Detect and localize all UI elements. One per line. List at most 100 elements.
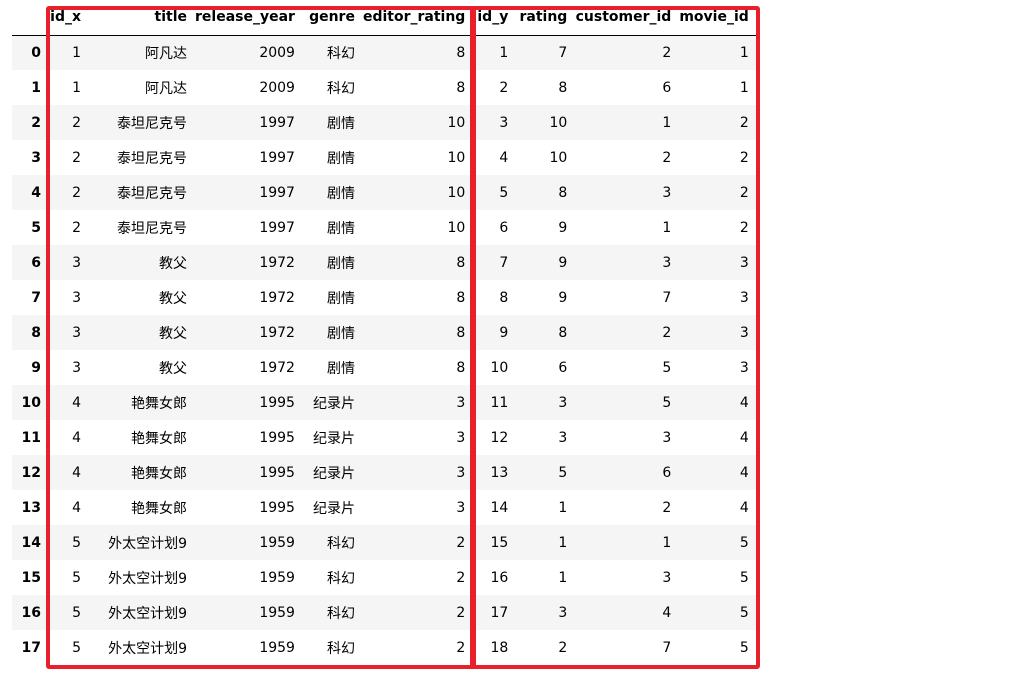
cell-customer-id: 1: [662, 219, 672, 236]
cell-release-year: 1997: [259, 149, 295, 166]
cell-title: 教父: [159, 290, 187, 307]
cell-rating: 3: [558, 604, 568, 621]
cell-movie-id: 5: [739, 639, 749, 656]
table-row: 8 3 教父 1972 剧情 8 9 8 2 3: [12, 315, 757, 350]
cell-rating: 9: [558, 254, 568, 271]
cell-title: 艳舞女郎: [131, 465, 187, 482]
cell-rating: 9: [558, 289, 568, 306]
cell-customer-id: 3: [662, 569, 672, 586]
table-row: 7 3 教父 1972 剧情 8 8 9 7 3: [12, 280, 757, 315]
table-row: 6 3 教父 1972 剧情 8 7 9 3 3: [12, 245, 757, 280]
cell-id-x: 4: [72, 464, 81, 481]
cell-id-x: 4: [72, 429, 81, 446]
table-row: 9 3 教父 1972 剧情 8 10 6 5 3: [12, 350, 757, 385]
cell-id-x: 1: [72, 44, 81, 61]
cell-genre: 科幻: [326, 570, 355, 587]
cell-title: 教父: [159, 325, 187, 342]
cell-release-year: 1995: [259, 394, 295, 411]
row-index: 5: [31, 219, 41, 236]
row-index: 8: [31, 324, 41, 341]
cell-genre: 剧情: [326, 360, 355, 377]
row-index: 9: [31, 359, 41, 376]
cell-customer-id: 2: [662, 149, 672, 166]
cell-movie-id: 5: [739, 569, 749, 586]
cell-id-y: 12: [490, 429, 509, 446]
cell-genre: 纪录片: [312, 395, 355, 412]
cell-release-year: 1972: [259, 359, 295, 376]
cell-customer-id: 6: [662, 464, 672, 481]
cell-title: 阿凡达: [145, 45, 187, 62]
header-row: id_x title release_year genre editor_rat…: [12, 0, 757, 36]
cell-rating: 8: [558, 184, 568, 201]
cell-id-x: 4: [72, 394, 81, 411]
cell-title: 泰坦尼克号: [117, 150, 187, 167]
cell-editor-rating: 2: [456, 639, 466, 656]
cell-rating: 7: [558, 44, 568, 61]
cell-movie-id: 3: [739, 324, 749, 341]
cell-genre: 剧情: [326, 150, 355, 167]
row-index: 0: [31, 44, 41, 61]
cell-id-x: 1: [72, 79, 81, 96]
cell-movie-id: 4: [739, 499, 749, 516]
cell-release-year: 2009: [259, 44, 295, 61]
cell-id-x: 5: [72, 534, 81, 551]
cell-id-x: 2: [72, 219, 81, 236]
cell-rating: 1: [558, 534, 568, 551]
cell-editor-rating: 10: [447, 149, 466, 166]
cell-rating: 10: [549, 149, 568, 166]
cell-customer-id: 7: [662, 289, 672, 306]
cell-editor-rating: 10: [447, 219, 466, 236]
cell-rating: 8: [558, 79, 568, 96]
dataframe-output: id_x title release_year genre editor_rat…: [12, 0, 760, 669]
cell-id-y: 13: [490, 464, 509, 481]
column-header-customer-id: customer_id: [575, 0, 680, 36]
cell-title: 泰坦尼克号: [117, 185, 187, 202]
cell-release-year: 1959: [259, 534, 295, 551]
index-header: [12, 0, 49, 36]
cell-movie-id: 3: [739, 359, 749, 376]
cell-title: 外太空计划9: [108, 605, 187, 622]
cell-id-x: 4: [72, 499, 81, 516]
table-row: 4 2 泰坦尼克号 1997 剧情 10 5 8 3 2: [12, 175, 757, 210]
cell-customer-id: 4: [662, 604, 672, 621]
cell-title: 艳舞女郎: [131, 395, 187, 412]
column-header-movie-id: movie_id: [679, 0, 757, 36]
cell-genre: 纪录片: [312, 500, 355, 517]
row-index: 12: [21, 464, 41, 481]
cell-release-year: 1959: [259, 639, 295, 656]
cell-genre: 纪录片: [312, 465, 355, 482]
cell-editor-rating: 2: [456, 604, 466, 621]
table-row: 17 5 外太空计划9 1959 科幻 2 18 2 7 5: [12, 630, 757, 665]
cell-title: 教父: [159, 360, 187, 377]
cell-editor-rating: 8: [456, 289, 466, 306]
column-header-id-y: id_y: [473, 0, 517, 36]
cell-id-y: 14: [490, 499, 509, 516]
cell-editor-rating: 10: [447, 114, 466, 131]
cell-id-y: 2: [499, 79, 509, 96]
cell-customer-id: 3: [662, 429, 672, 446]
cell-id-y: 10: [490, 359, 509, 376]
cell-release-year: 1997: [259, 114, 295, 131]
cell-rating: 1: [558, 499, 568, 516]
cell-id-y: 8: [499, 289, 509, 306]
cell-editor-rating: 8: [456, 79, 466, 96]
cell-movie-id: 2: [739, 219, 749, 236]
cell-id-x: 5: [72, 604, 81, 621]
table-row: 15 5 外太空计划9 1959 科幻 2 16 1 3 5: [12, 560, 757, 595]
cell-rating: 10: [549, 114, 568, 131]
row-index: 13: [21, 499, 41, 516]
column-header-genre: genre: [302, 0, 363, 36]
cell-customer-id: 2: [662, 44, 672, 61]
cell-customer-id: 3: [662, 184, 672, 201]
cell-rating: 3: [558, 394, 568, 411]
cell-customer-id: 5: [662, 359, 672, 376]
column-header-release-year: release_year: [195, 0, 303, 36]
cell-rating: 2: [558, 639, 568, 656]
cell-id-y: 9: [499, 324, 509, 341]
table-header: id_x title release_year genre editor_rat…: [12, 0, 757, 36]
cell-id-x: 2: [72, 149, 81, 166]
cell-movie-id: 3: [739, 289, 749, 306]
cell-title: 泰坦尼克号: [117, 115, 187, 132]
cell-rating: 5: [558, 464, 568, 481]
row-index: 7: [31, 289, 41, 306]
